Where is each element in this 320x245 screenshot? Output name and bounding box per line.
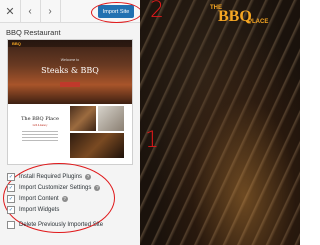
preview-section-title: The BBQ Place <box>21 116 59 122</box>
checkbox[interactable] <box>7 220 15 229</box>
preview-welcome: Welcome to <box>60 58 80 62</box>
import-sidebar: ✕ ‹ › Import Site BBQ Restaurant BBQ Wel… <box>0 0 142 245</box>
preview-photo <box>70 133 124 158</box>
option-label: Import Widgets <box>19 206 60 213</box>
site-preview-thumbnail[interactable]: BBQ Welcome to Steaks & BBQ The BBQ Plac… <box>7 39 133 165</box>
preview-content: The BBQ Place Grill & Eatery <box>8 104 132 164</box>
site-background-image <box>140 0 300 245</box>
preview-logo: BBQ <box>12 41 21 46</box>
checkbox[interactable]: ✓ <box>7 183 15 192</box>
preview-section-sub: Grill & Eatery <box>32 124 48 127</box>
option-import-content[interactable]: ✓ Import Content ? <box>7 194 68 203</box>
preview-heading: Steaks & BBQ <box>41 66 99 75</box>
preview-cta <box>60 82 80 87</box>
checkbox[interactable]: ✓ <box>7 205 15 214</box>
checkbox[interactable]: ✓ <box>7 172 15 181</box>
option-label: Import Content <box>19 195 59 202</box>
option-install-plugins[interactable]: ✓ Install Required Plugins ? <box>7 172 92 181</box>
help-icon[interactable]: ? <box>61 195 68 202</box>
preview-nav: BBQ <box>8 40 132 47</box>
back-icon[interactable]: ‹ <box>20 0 41 22</box>
preview-photo <box>70 106 96 131</box>
option-import-customizer[interactable]: ✓ Import Customizer Settings ? <box>7 183 101 192</box>
close-icon[interactable]: ✕ <box>0 0 21 22</box>
help-icon[interactable]: ? <box>94 184 101 191</box>
annotation-circle-import <box>91 2 142 23</box>
preview-hero: BBQ Welcome to Steaks & BBQ <box>8 40 132 104</box>
option-label: Install Required Plugins <box>19 173 83 180</box>
annotation-number-2: 2 <box>150 0 164 23</box>
annotation-number-1: 1 <box>145 128 159 153</box>
option-import-widgets[interactable]: ✓ Import Widgets <box>7 205 59 214</box>
logo-bbq: BBQ <box>218 8 252 25</box>
preview-text-lines <box>22 131 58 143</box>
option-delete-previous[interactable]: Delete Previously Imported Site <box>7 220 103 229</box>
option-label: Import Customizer Settings <box>19 184 92 191</box>
help-icon[interactable]: ? <box>85 173 92 180</box>
preview-photo <box>98 106 124 131</box>
forward-icon[interactable]: › <box>40 0 61 22</box>
checkbox[interactable]: ✓ <box>7 194 15 203</box>
logo-place: PLACE <box>248 19 269 25</box>
site-logo: THE BBQ PLACE <box>210 5 270 35</box>
site-title: BBQ Restaurant <box>6 28 61 37</box>
option-label: Delete Previously Imported Site <box>19 221 104 228</box>
